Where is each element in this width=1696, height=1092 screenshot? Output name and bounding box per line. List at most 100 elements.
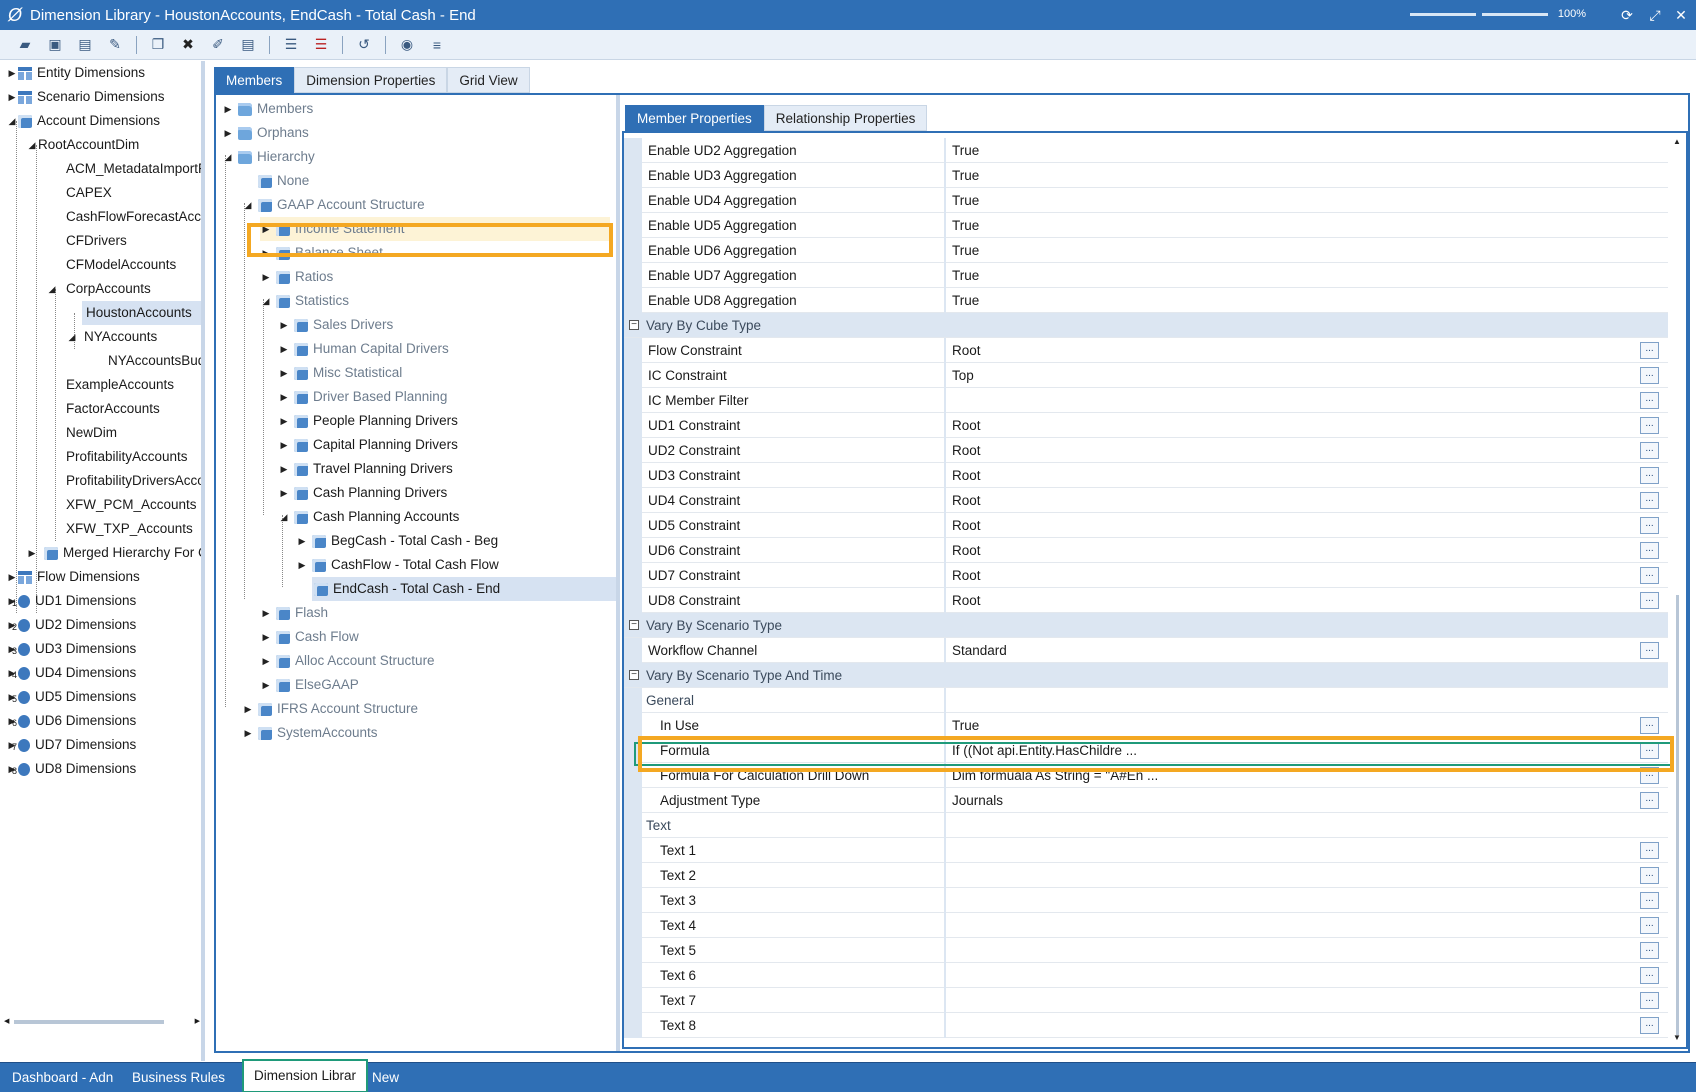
tree-item-newdim[interactable]: NewDim xyxy=(66,421,117,445)
close-icon[interactable]: ✕ xyxy=(1670,4,1692,26)
zoom-slider-track-right[interactable] xyxy=(1481,12,1548,16)
ellipsis-button[interactable]: ... xyxy=(1640,717,1659,734)
member-tree-item-cash-flow[interactable]: ▶ Cash Flow xyxy=(260,625,359,649)
property-row[interactable]: Enable UD3 Aggregation True xyxy=(624,163,1668,188)
member-tree-item-travel-planning-drivers[interactable]: ▶ Travel Planning Drivers xyxy=(278,457,453,481)
property-row[interactable]: Enable UD5 Aggregation True xyxy=(624,213,1668,238)
category-vary-by-cube-type[interactable]: − Vary By Cube Type xyxy=(624,313,1668,338)
member-tree-item-misc-statistical[interactable]: ▶ Misc Statistical xyxy=(278,361,403,385)
member-tree-item-statistics[interactable]: ◢ Statistics xyxy=(260,289,349,313)
left-horizontal-scrollbar[interactable]: ◀ ▶ xyxy=(4,1017,200,1027)
ellipsis-button[interactable]: ... xyxy=(1640,417,1659,434)
ellipsis-button[interactable]: ... xyxy=(1640,942,1659,959)
tree-item-ud1-dimensions[interactable]: ▶ 1 UD1 Dimensions xyxy=(6,589,137,613)
tree-item-cfdrivers[interactable]: CFDrivers xyxy=(66,229,127,253)
search-binoculars-icon[interactable]: ◉ xyxy=(394,34,420,56)
member-tree-item-elsegaap[interactable]: ▶ ElseGAAP xyxy=(260,673,359,697)
member-tree-item-systemaccounts[interactable]: ▶ SystemAccounts xyxy=(242,721,378,745)
refresh-window-icon[interactable]: ⟳ xyxy=(1616,4,1638,26)
tree-item-acm-metadataimport[interactable]: ACM_MetadataImportF xyxy=(66,157,201,181)
member-tree-item-driver-based-planning[interactable]: ▶ Driver Based Planning xyxy=(278,385,448,409)
ellipsis-button[interactable]: ... xyxy=(1640,1017,1659,1034)
delete-dimension-icon[interactable]: ▣ xyxy=(42,34,68,56)
remove-relationship-icon[interactable]: ☰ xyxy=(308,34,334,56)
category-vary-by-scenario-type-and-time[interactable]: − Vary By Scenario Type And Time xyxy=(624,663,1668,688)
member-tree-item-human-capital-drivers[interactable]: ▶ Human Capital Drivers xyxy=(278,337,449,361)
scroll-down-icon[interactable]: ▼ xyxy=(1673,1033,1681,1042)
tab-dimension-properties[interactable]: Dimension Properties xyxy=(294,67,448,93)
member-tree-item-begcash[interactable]: ▶ BegCash - Total Cash - Beg xyxy=(296,529,499,553)
property-row[interactable]: Flow Constraint Root... xyxy=(624,338,1668,363)
tree-item-cfmodelaccounts[interactable]: CFModelAccounts xyxy=(66,253,176,277)
collapse-icon[interactable]: − xyxy=(629,670,639,680)
ellipsis-button[interactable]: ... xyxy=(1640,367,1659,384)
tree-item-flow-dimensions[interactable]: ▶ Flow Dimensions xyxy=(6,565,140,589)
member-tree-item-none[interactable]: None xyxy=(258,169,309,193)
ellipsis-button[interactable]: ... xyxy=(1640,567,1659,584)
tree-item-profitabilityaccounts[interactable]: ProfitabilityAccounts xyxy=(66,445,188,469)
member-tree-item-cash-planning-accounts[interactable]: ◢ Cash Planning Accounts xyxy=(278,505,460,529)
new-dimension-icon[interactable]: ▰ xyxy=(12,34,38,56)
add-relationship-icon[interactable]: ☰ xyxy=(278,34,304,56)
ellipsis-button[interactable]: ... xyxy=(1640,967,1659,984)
bottom-tab-business-rules[interactable]: Business Rules xyxy=(132,1063,225,1092)
property-row[interactable]: Text 3... xyxy=(624,888,1668,913)
tree-item-nyaccountsbud[interactable]: NYAccountsBud xyxy=(108,349,201,373)
tree-item-rootaccountdim[interactable]: ◢ RootAccountDim xyxy=(26,133,140,157)
ellipsis-button[interactable]: ... xyxy=(1640,467,1659,484)
tree-item-houstonaccounts[interactable]: HoustonAccounts xyxy=(82,301,201,325)
property-row[interactable]: Text 5... xyxy=(624,938,1668,963)
property-row[interactable]: Text 6... xyxy=(624,963,1668,988)
save-member-icon[interactable]: ▤ xyxy=(235,34,261,56)
member-tree-item-alloc-account-structure[interactable]: ▶ Alloc Account Structure xyxy=(260,649,435,673)
property-row[interactable]: IC Member Filter... xyxy=(624,388,1668,413)
bottom-tab-new[interactable]: New xyxy=(372,1063,399,1092)
undo-icon[interactable]: ↺ xyxy=(351,34,377,56)
member-tree-item-ratios[interactable]: ▶ Ratios xyxy=(260,265,334,289)
member-tree-item-endcash[interactable]: EndCash - Total Cash - End xyxy=(312,577,616,601)
ellipsis-button[interactable]: ... xyxy=(1640,542,1659,559)
collapse-icon[interactable]: − xyxy=(629,620,639,630)
zoom-slider-track-left[interactable] xyxy=(1409,12,1476,16)
tree-item-corpaccounts[interactable]: ◢ CorpAccounts xyxy=(46,277,151,301)
bottom-tab-dimension-library[interactable]: Dimension Librar xyxy=(242,1059,369,1092)
member-tree-item-cashflow[interactable]: ▶ CashFlow - Total Cash Flow xyxy=(296,553,499,577)
tree-item-ud2-dimensions[interactable]: ▶ 2 UD2 Dimensions xyxy=(6,613,137,637)
member-tree-item-people-planning-drivers[interactable]: ▶ People Planning Drivers xyxy=(278,409,458,433)
tree-item-ud5-dimensions[interactable]: ▶ 5 UD5 Dimensions xyxy=(6,685,137,709)
property-row[interactable]: Text 4... xyxy=(624,913,1668,938)
collapse-all-icon[interactable]: ≡ xyxy=(424,34,450,56)
ellipsis-button[interactable]: ... xyxy=(1640,442,1659,459)
pane-splitter[interactable] xyxy=(616,95,620,1051)
tree-item-scenario-dimensions[interactable]: ▶ Scenario Dimensions xyxy=(6,85,165,109)
bottom-tab-dashboard[interactable]: Dashboard - Adn xyxy=(12,1063,113,1092)
property-row[interactable]: Text 7... xyxy=(624,988,1668,1013)
ellipsis-button[interactable]: ... xyxy=(1640,892,1659,909)
tree-item-merged-hierarchy[interactable]: ▶ Merged Hierarchy For C xyxy=(26,541,201,565)
property-row[interactable]: UD7 Constraint Root... xyxy=(624,563,1668,588)
property-vertical-scrollbar[interactable]: ▲ ▼ xyxy=(1668,133,1686,1047)
tab-grid-view[interactable]: Grid View xyxy=(447,67,530,93)
ellipsis-button[interactable]: ... xyxy=(1640,642,1659,659)
property-row[interactable]: Enable UD6 Aggregation True xyxy=(624,238,1668,263)
property-row[interactable]: UD6 Constraint Root... xyxy=(624,538,1668,563)
ellipsis-button[interactable]: ... xyxy=(1640,792,1659,809)
property-row[interactable]: UD4 Constraint Root... xyxy=(624,488,1668,513)
ellipsis-button[interactable]: ... xyxy=(1640,517,1659,534)
tree-item-ud8-dimensions[interactable]: ▶ 8 UD8 Dimensions xyxy=(6,757,137,781)
tab-members[interactable]: Members xyxy=(214,67,295,93)
property-row[interactable]: IC Constraint Top... xyxy=(624,363,1668,388)
member-tree-item-hierarchy[interactable]: ◢ Hierarchy xyxy=(222,145,315,169)
property-row[interactable]: UD5 Constraint Root... xyxy=(624,513,1668,538)
ellipsis-button[interactable]: ... xyxy=(1640,992,1659,1009)
ellipsis-button[interactable]: ... xyxy=(1640,392,1659,409)
property-row[interactable]: Enable UD2 Aggregation True xyxy=(624,138,1668,163)
property-row[interactable]: UD2 Constraint Root... xyxy=(624,438,1668,463)
ellipsis-button[interactable]: ... xyxy=(1640,592,1659,609)
tree-item-xfw-pcm-accounts[interactable]: XFW_PCM_Accounts xyxy=(66,493,197,517)
scroll-up-icon[interactable]: ▲ xyxy=(1673,137,1681,146)
property-row[interactable]: UD8 Constraint Root... xyxy=(624,588,1668,613)
property-row[interactable]: Text 2... xyxy=(624,863,1668,888)
member-tree-item-orphans[interactable]: ▶ Orphans xyxy=(222,121,309,145)
member-tree-item-gaap-account-structure[interactable]: ◢ GAAP Account Structure xyxy=(242,193,425,217)
